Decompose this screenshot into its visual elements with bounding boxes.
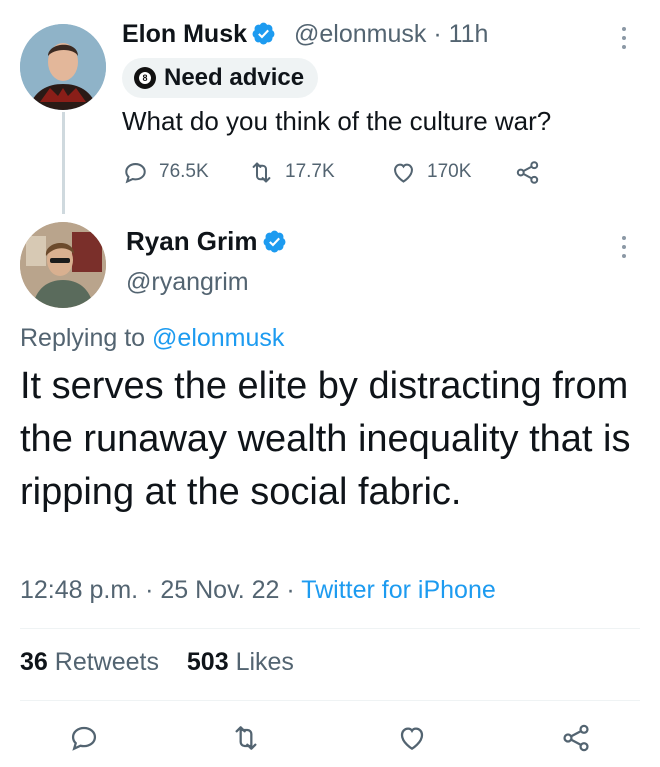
retweet-icon	[252, 161, 271, 183]
share-button[interactable]	[514, 159, 541, 186]
divider	[20, 628, 640, 629]
more-icon[interactable]	[620, 236, 628, 258]
retweet-count: 17.7K	[285, 161, 335, 182]
like-button[interactable]: 170K	[390, 159, 514, 186]
tweet2-author-name[interactable]: Ryan Grim	[126, 226, 287, 257]
reply-count: 76.5K	[159, 161, 209, 182]
retweets-stat[interactable]: 36 Retweets	[20, 648, 159, 676]
tweet1-handle-time[interactable]: @elonmusk · 11h	[294, 20, 488, 49]
tweet1-author-handle: @elonmusk	[294, 20, 427, 48]
reply-icon	[125, 162, 146, 183]
like-count: 170K	[427, 161, 472, 182]
eight-ball-icon: 8	[134, 67, 156, 89]
need-advice-badge[interactable]: 8 Need advice	[122, 58, 319, 98]
tweet1-author-name-text: Elon Musk	[122, 20, 248, 48]
replying-prefix: Replying to	[20, 324, 153, 352]
share-icon	[516, 160, 539, 184]
replying-handle-link[interactable]: @elonmusk	[152, 324, 284, 352]
share-icon[interactable]	[560, 722, 592, 754]
tweet2-action-bar	[0, 716, 660, 760]
tweet1-action-bar: 76.5K 17.7K 170K	[122, 152, 541, 192]
tweet2-stats: 36 Retweets 503 Likes	[20, 648, 294, 677]
elon-musk-avatar[interactable]	[20, 24, 106, 110]
ryan-grim-avatar[interactable]	[20, 222, 106, 308]
verified-badge-icon	[252, 22, 275, 45]
like-icon	[394, 163, 413, 183]
retweet-button[interactable]: 17.7K	[248, 159, 390, 186]
tweet2-author-name-text: Ryan Grim	[126, 226, 258, 256]
tweet2-source-link[interactable]: Twitter for iPhone	[301, 576, 496, 604]
more-icon[interactable]	[620, 27, 628, 49]
replying-to: Replying to @elonmusk	[20, 324, 284, 353]
reply-icon[interactable]	[68, 722, 100, 754]
tweet2-text: It serves the elite by distracting from …	[20, 365, 631, 513]
tweet2-author-handle[interactable]: @ryangrim	[126, 268, 249, 297]
tweet1-author-name[interactable]: Elon Musk	[122, 20, 276, 49]
badge-label: Need advice	[164, 64, 305, 91]
tweet1-time: · 11h	[433, 20, 489, 48]
divider	[20, 700, 640, 701]
like-icon[interactable]	[396, 722, 428, 754]
tweet1-text: What do you think of the culture war?	[122, 106, 552, 136]
verified-badge-icon	[263, 230, 285, 253]
reply-button[interactable]: 76.5K	[122, 159, 248, 186]
tweet2-date[interactable]: 25 Nov. 22	[160, 576, 279, 604]
likes-stat[interactable]: 503 Likes	[187, 648, 294, 676]
thread-connector-line	[62, 112, 65, 214]
retweet-icon[interactable]	[230, 722, 262, 754]
tweet2-meta: 12:48 p.m. · 25 Nov. 22 · Twitter for iP…	[20, 576, 496, 604]
tweet2-time[interactable]: 12:48 p.m.	[20, 576, 138, 604]
